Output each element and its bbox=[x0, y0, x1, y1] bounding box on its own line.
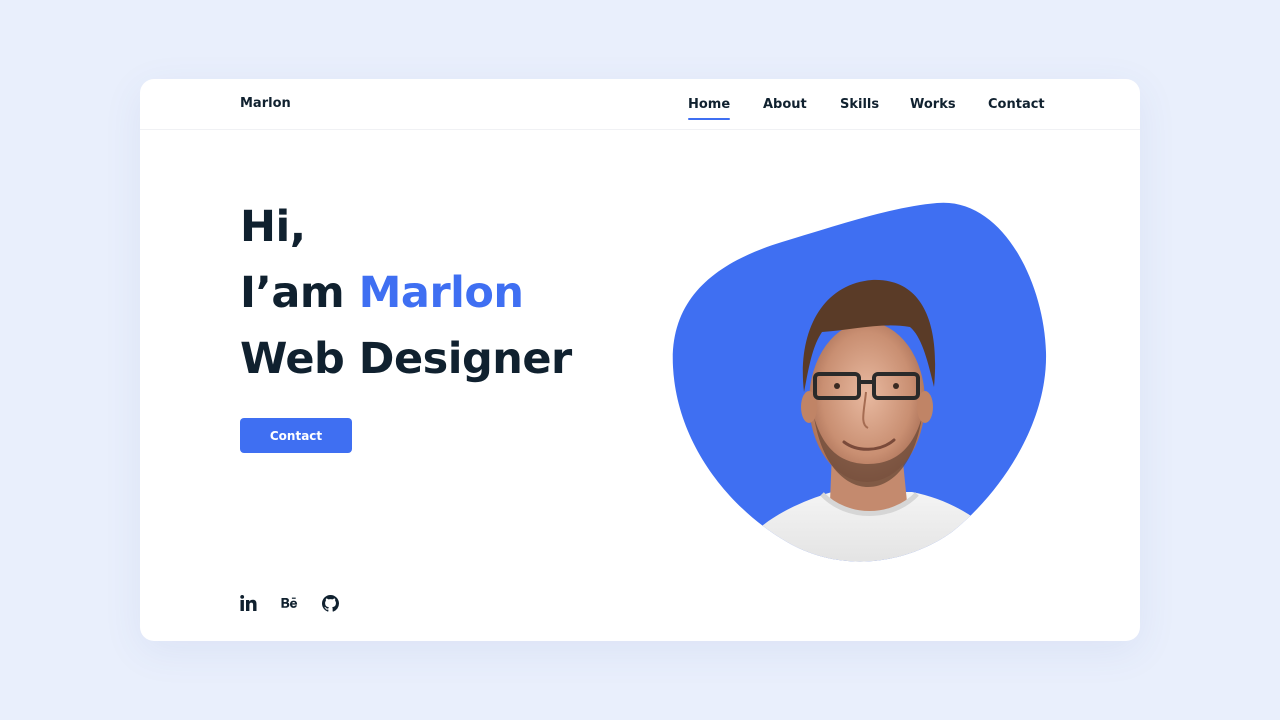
behance-icon bbox=[281, 597, 298, 608]
hero-intro: I’am Marlon bbox=[240, 260, 572, 326]
nav-contact[interactable]: Contact bbox=[988, 97, 1045, 112]
social-links bbox=[240, 592, 363, 614]
logo[interactable]: Marlon bbox=[240, 96, 291, 111]
linkedin-icon bbox=[240, 595, 257, 611]
home-card: Marlon Home About Skills Works Contact H… bbox=[140, 79, 1140, 641]
hero-role: Web Designer bbox=[240, 334, 572, 384]
github-icon bbox=[322, 594, 339, 612]
hero-greeting: Hi, bbox=[240, 202, 306, 252]
behance-link[interactable] bbox=[281, 592, 322, 614]
contact-button[interactable]: Contact bbox=[240, 418, 352, 453]
hero-name: Marlon bbox=[358, 268, 524, 318]
hero-title: Hi, I’am Marlon Web Designer bbox=[240, 194, 572, 392]
nav-home[interactable]: Home bbox=[688, 97, 731, 120]
linkedin-link[interactable] bbox=[240, 592, 281, 614]
hero-intro-prefix: I’am bbox=[240, 268, 359, 318]
profile-blob bbox=[672, 202, 1047, 562]
nav-skills[interactable]: Skills bbox=[840, 97, 879, 112]
nav-about[interactable]: About bbox=[763, 97, 807, 112]
site-header: Marlon Home About Skills Works Contact bbox=[140, 79, 1140, 130]
github-link[interactable] bbox=[322, 592, 363, 614]
nav-works[interactable]: Works bbox=[910, 97, 956, 112]
profile-image bbox=[672, 202, 1048, 568]
